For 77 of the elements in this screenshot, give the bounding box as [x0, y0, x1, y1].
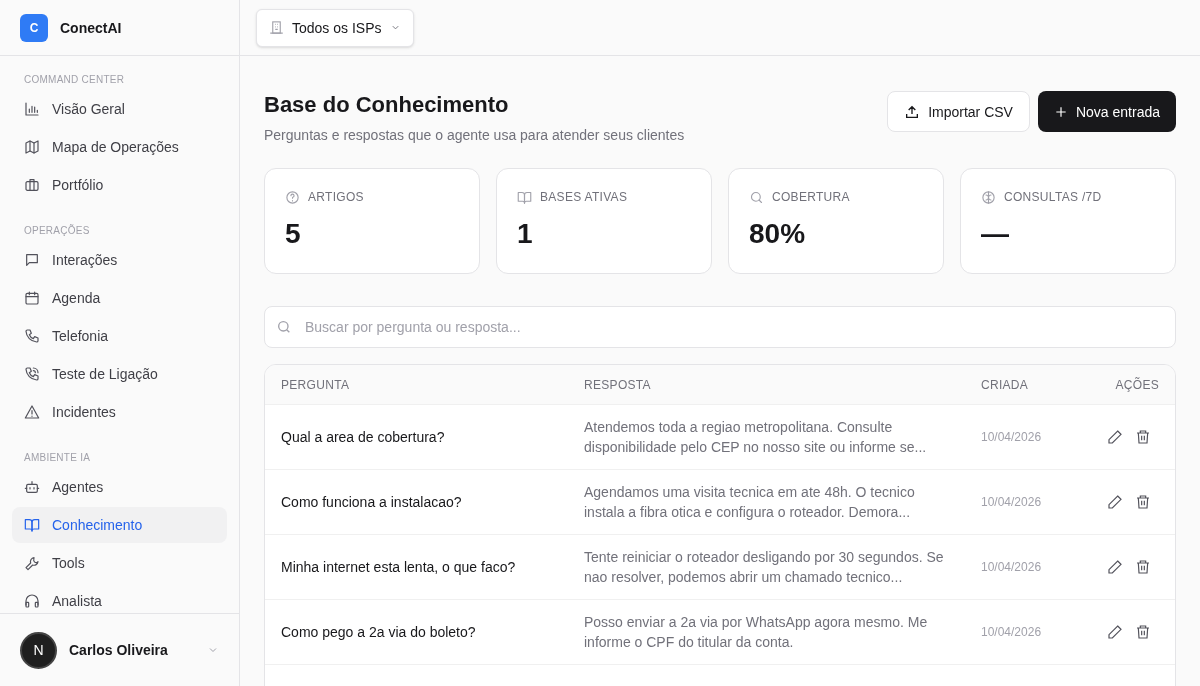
sidebar-item[interactable]: Telefonia	[12, 318, 227, 354]
table-cell: 10/04/2026	[981, 624, 1042, 640]
briefcase-icon	[24, 177, 40, 193]
table-cell-text: Tente reiniciar o roteador desligando por 30 segundos. Se nao resolver, podemos abrir um chamado tecnico...	[584, 548, 945, 587]
edit-icon[interactable]	[1107, 429, 1123, 445]
section-heading: COMMAND CENTER	[23, 73, 126, 87]
stat-label: CONSULTAS /7D	[1004, 189, 1102, 205]
user-name[interactable]: Carlos Oliveira	[69, 640, 195, 660]
brand-name: ConectAI	[60, 18, 122, 38]
stat-value: —	[981, 217, 1010, 251]
section-heading: OPERAÇÕES	[23, 223, 91, 238]
edit-icon[interactable]	[1107, 494, 1123, 510]
import-button[interactable]: Importar CSV	[887, 91, 1030, 132]
sidebar-item[interactable]: Visão Geral	[12, 91, 227, 127]
stat-value: 5	[285, 217, 302, 251]
user-avatar[interactable]: N	[20, 631, 57, 669]
wrench-icon	[24, 555, 40, 571]
calendar-icon	[24, 290, 40, 306]
column-header: RESPOSTA	[584, 376, 652, 393]
table-cell-text: Atendemos toda a regiao metropolitana. Consulte disponibilidade pelo CEP no nosso site ou informe se...	[584, 418, 928, 457]
phone-icon	[24, 328, 40, 344]
delete-icon[interactable]	[1135, 559, 1151, 575]
sidebar-item[interactable]: Incidentes	[12, 394, 227, 430]
column-header: PERGUNTA	[281, 376, 351, 393]
stat-label: ARTIGOS	[308, 189, 364, 205]
edit-icon[interactable]	[1107, 559, 1123, 575]
isp-selector[interactable]: Todos os ISPs	[256, 8, 414, 47]
delete-icon[interactable]	[1135, 429, 1151, 445]
sidebar-item[interactable]: Interações	[12, 242, 227, 278]
book-icon	[517, 189, 532, 205]
sidebar-item[interactable]: Tools	[12, 545, 227, 581]
book-icon	[24, 517, 40, 533]
edit-icon[interactable]	[1107, 624, 1123, 640]
headphones-icon	[24, 593, 40, 609]
sidebar-item[interactable]: Analista	[12, 583, 227, 613]
search-field[interactable]: Buscar por pergunta ou resposta...	[264, 306, 1176, 348]
table-cell-text: Agendamos uma visita tecnica em ate 48h. O tecnico instala a fibra otica e configura o roteador. Demora...	[584, 483, 916, 522]
table-cell-text: Como funciona a instalacao?	[281, 493, 462, 512]
column-header: AÇÕES	[1115, 376, 1159, 393]
sidebar-item[interactable]: Agentes	[12, 469, 227, 505]
new-entry-button[interactable]: Nova entrada	[1037, 91, 1176, 132]
table-cell: 10/04/2026	[981, 494, 1042, 510]
sidebar-item[interactable]: Teste de Ligação	[12, 356, 227, 392]
warning-icon	[24, 404, 40, 420]
table-cell: 10/04/2026	[981, 429, 1042, 445]
page-title: Base do Conhecimento	[264, 91, 510, 119]
table-cell-text: Minha internet esta lenta, o que faco?	[281, 558, 516, 577]
phone-call-icon	[24, 366, 40, 382]
sidebar-item[interactable]: Portfólio	[12, 167, 227, 203]
plus-icon	[1053, 104, 1068, 119]
robot-icon	[24, 479, 40, 495]
table-cell-text: Posso enviar a 2a via por WhatsApp agora mesmo. Me informe o CPF do titular da conta.	[584, 613, 929, 652]
table-cell-text: Como pego a 2a via do boleto?	[281, 623, 476, 642]
map-icon	[24, 139, 40, 155]
section-heading: AMBIENTE IA	[23, 451, 92, 465]
brain-icon	[981, 189, 996, 205]
sidebar-item[interactable]: Mapa de Operações	[12, 129, 227, 165]
delete-icon[interactable]	[1135, 624, 1151, 640]
search-icon	[749, 189, 764, 205]
stat-value: 80%	[749, 217, 807, 251]
table-cell-text: Qual a area de cobertura?	[281, 428, 445, 447]
table-cell: 10/04/2026	[981, 559, 1042, 575]
sidebar-item[interactable]: Conhecimento	[12, 507, 227, 543]
upload-icon	[904, 103, 921, 120]
brand-logo: C	[20, 13, 48, 42]
sidebar-item[interactable]: Agenda	[12, 280, 227, 316]
search-icon	[276, 319, 292, 335]
chart-icon	[24, 101, 40, 117]
stat-value: 1	[517, 217, 534, 251]
message-icon	[24, 252, 40, 268]
stat-label: BASES ATIVAS	[540, 189, 628, 205]
building-icon	[269, 20, 284, 35]
help-icon	[285, 189, 300, 205]
page-subtitle: Perguntas e respostas que o agente usa para atender seus clientes	[264, 126, 685, 145]
stat-label: COBERTURA	[772, 189, 850, 205]
delete-icon[interactable]	[1135, 494, 1151, 510]
column-header: CRIADA	[981, 376, 1030, 393]
